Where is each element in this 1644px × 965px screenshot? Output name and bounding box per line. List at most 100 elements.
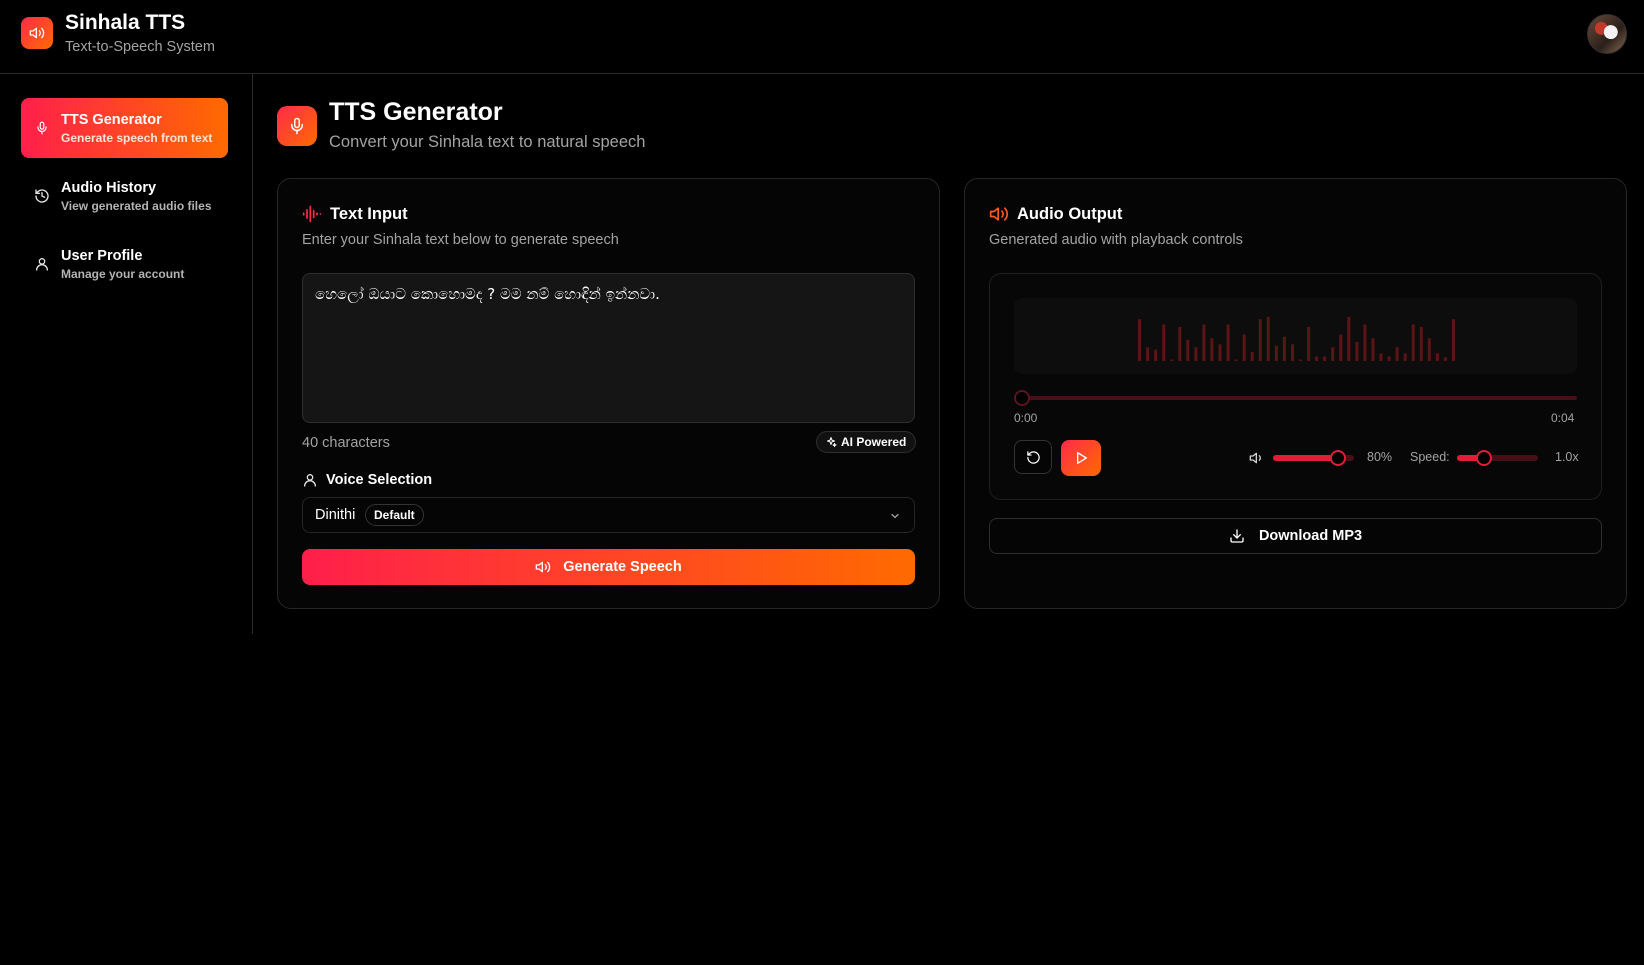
waveform-bar [1202,324,1206,361]
page-title: TTS Generator [329,98,503,126]
waveform-bar [1186,339,1190,361]
speed-label: Speed: [1410,450,1450,464]
volume-handle[interactable] [1329,450,1346,466]
waveform-bar [1395,347,1399,361]
waveform-bar [1299,359,1302,361]
download-mp3-button[interactable]: Download MP3 [989,518,1602,554]
waveform-bar [1178,326,1182,361]
waveform-bars [1138,316,1455,361]
text-input-title: Text Input [330,205,408,223]
speed-value: 1.0x [1555,450,1579,464]
waveform-bar [1138,319,1141,361]
waveform-bar [1419,326,1423,361]
character-count: 40 characters [302,435,390,451]
text-input-card: Text Input Enter your Sinhala text below… [277,178,940,609]
download-label: Download MP3 [1258,528,1363,544]
seek-bar[interactable] [1014,396,1577,400]
sidebar-item-audio-history[interactable]: Audio History View generated audio files [21,166,228,226]
waveform-bar [1226,324,1230,361]
audio-output-title: Audio Output [1017,205,1123,223]
app-subtitle: Text-to-Speech System [65,39,215,55]
seek-handle[interactable] [1014,390,1030,406]
sidebar-item-user-profile[interactable]: User Profile Manage your account [21,234,228,294]
waveform-bar [1146,347,1150,361]
sidebar-item-subtitle: Manage your account [61,267,185,281]
play-button[interactable] [1061,440,1101,476]
waveform-bar [1218,344,1222,361]
text-input-description: Enter your Sinhala text below to generat… [302,232,619,248]
sidebar-item-title: TTS Generator [61,112,162,128]
audio-output-card: Audio Output Generated audio with playba… [964,178,1627,609]
voice-selected-value: Dinithi [315,507,356,523]
waveform-bar [1162,324,1166,361]
generate-speech-button[interactable]: Generate Speech [302,549,915,585]
waveform-bar [1379,353,1383,361]
waveform-bar [1403,353,1407,361]
app-title: Sinhala TTS [65,11,186,34]
waveform-bar [1371,338,1375,361]
waveform-bar [1387,356,1391,361]
generate-speech-label: Generate Speech [563,559,682,575]
page-subtitle: Convert your Sinhala text to natural spe… [329,133,646,151]
volume-value: 80% [1367,450,1393,464]
waveform-bar [1170,359,1174,361]
volume-slider[interactable] [1273,450,1354,466]
waveform-bar [1291,344,1294,361]
current-time: 0:00 [1014,411,1038,425]
user-icon [33,255,51,273]
voice-select[interactable]: Dinithi Default [302,497,915,533]
speed-slider[interactable] [1457,450,1538,466]
waveform-bar [1435,353,1439,361]
sidebar-item-title: User Profile [61,248,143,264]
chevron-down-icon [889,509,901,521]
history-icon [33,187,51,205]
voice-selection-label: Voice Selection [326,472,433,488]
waveform-bar [1266,316,1270,361]
ai-badge-label: AI Powered [841,435,907,449]
waveform-bar [1234,359,1238,361]
user-icon [302,472,318,488]
waveform-bar [1242,334,1246,361]
volume-icon[interactable] [1248,450,1266,466]
speed-handle[interactable] [1476,450,1492,466]
waveform [1014,298,1577,374]
waveform-bar [1443,357,1447,361]
waveform-bar [1363,324,1367,361]
speaker-icon [21,17,53,49]
waveform-bar [1282,336,1286,361]
user-avatar[interactable] [1587,14,1627,54]
sidebar-item-subtitle: Generate speech from text [61,131,213,145]
restart-button[interactable] [1014,440,1052,474]
waveform-bar [1274,345,1278,361]
default-badge: Default [365,504,424,526]
total-time: 0:04 [1551,411,1575,425]
sidebar: TTS Generator Generate speech from text … [0,74,253,634]
audio-wave-icon [302,204,322,224]
rotate-ccw-icon [1026,450,1040,464]
sidebar-item-subtitle: View generated audio files [61,199,212,213]
waveform-bar [1331,347,1335,361]
speaker-icon [535,561,551,573]
ai-powered-badge: AI Powered [816,431,917,453]
waveform-bar [1315,356,1319,361]
waveform-bar [1427,338,1431,361]
mic-icon [33,119,51,137]
sidebar-item-tts-generator[interactable]: TTS Generator Generate speech from text [21,98,228,158]
download-icon [1230,529,1244,543]
waveform-bar [1323,356,1327,361]
waveform-bar [1194,347,1198,361]
play-icon [1077,452,1087,464]
top-bar: Sinhala TTS Text-to-Speech System [0,0,1644,74]
waveform-bar [1250,351,1254,361]
volume-fill [1273,455,1338,461]
waveform-bar [1347,316,1351,361]
sidebar-item-title: Audio History [61,180,157,196]
waveform-bar [1154,349,1158,361]
sinhala-text-input[interactable]: හෙලෝ ඔයාට කොහොමද ? මම නම් හොඳින් ඉන්නවා. [302,273,915,423]
waveform-bar [1355,342,1359,361]
waveform-bar [1307,326,1311,361]
waveform-bar [1411,324,1415,361]
waveform-bar [1258,319,1262,361]
audio-output-description: Generated audio with playback controls [989,232,1243,248]
audio-player: 0:00 0:04 80% Speed: 1.0x [989,273,1602,500]
